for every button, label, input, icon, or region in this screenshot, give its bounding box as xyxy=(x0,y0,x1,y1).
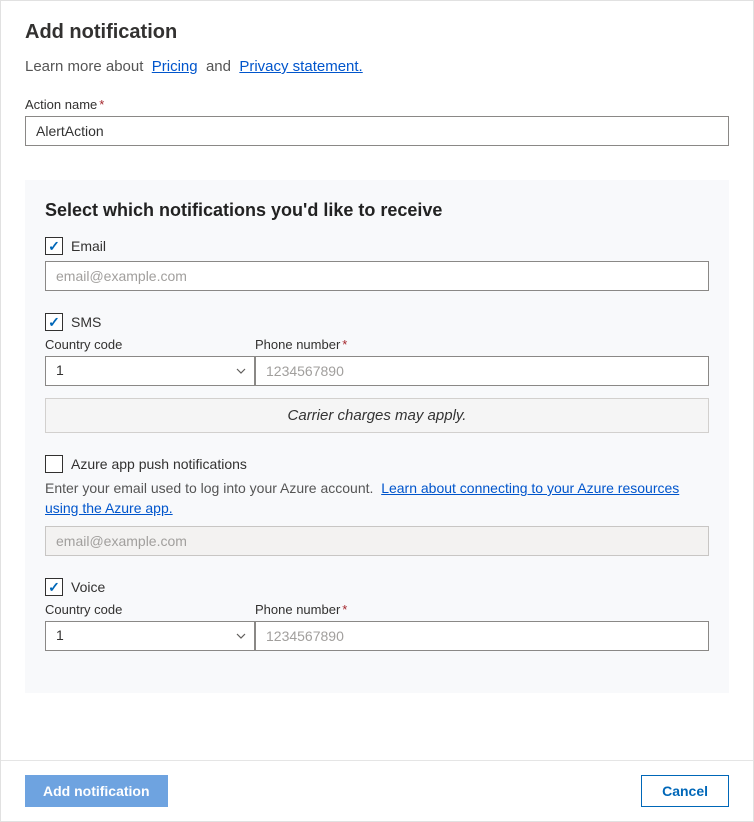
intro-prefix: Learn more about xyxy=(25,58,143,75)
azure-push-email-input xyxy=(45,526,709,556)
action-name-input[interactable] xyxy=(25,116,729,146)
email-input[interactable] xyxy=(45,261,709,291)
action-name-label: Action name* xyxy=(25,97,729,112)
sms-country-label: Country code xyxy=(45,337,255,352)
action-name-label-text: Action name xyxy=(25,97,97,112)
voice-phone-label: Phone number* xyxy=(255,602,709,617)
azure-push-help-prefix: Enter your email used to log into your A… xyxy=(45,480,373,496)
voice-checkbox-label[interactable]: Voice xyxy=(71,579,105,595)
voice-country-select[interactable]: 1 xyxy=(45,621,255,651)
pricing-link[interactable]: Pricing xyxy=(152,58,198,75)
sms-phone-input[interactable] xyxy=(255,356,709,386)
cancel-button[interactable]: Cancel xyxy=(641,775,729,807)
sms-checkbox[interactable] xyxy=(45,313,63,331)
email-section: Email xyxy=(45,237,709,291)
voice-phone-label-text: Phone number xyxy=(255,602,340,617)
required-indicator: * xyxy=(342,602,347,617)
voice-country-label: Country code xyxy=(45,602,255,617)
voice-phone-input[interactable] xyxy=(255,621,709,651)
carrier-notice: Carrier charges may apply. xyxy=(45,398,709,433)
voice-section: Voice Country code 1 Phone number* xyxy=(45,578,709,651)
intro-text: Learn more about Pricing and Privacy sta… xyxy=(25,58,729,75)
azure-push-checkbox[interactable] xyxy=(45,455,63,473)
required-indicator: * xyxy=(99,97,104,112)
panel-heading: Select which notifications you'd like to… xyxy=(45,200,709,221)
email-checkbox[interactable] xyxy=(45,237,63,255)
voice-checkbox[interactable] xyxy=(45,578,63,596)
azure-push-help: Enter your email used to log into your A… xyxy=(45,479,709,518)
azure-push-checkbox-label[interactable]: Azure app push notifications xyxy=(71,456,247,472)
notifications-panel: Select which notifications you'd like to… xyxy=(25,180,729,693)
sms-phone-label: Phone number* xyxy=(255,337,709,352)
add-notification-button[interactable]: Add notification xyxy=(25,775,168,807)
required-indicator: * xyxy=(342,337,347,352)
sms-checkbox-label[interactable]: SMS xyxy=(71,314,101,330)
intro-and: and xyxy=(206,58,231,75)
sms-country-select[interactable]: 1 xyxy=(45,356,255,386)
azure-push-section: Azure app push notifications Enter your … xyxy=(45,455,709,556)
sms-phone-label-text: Phone number xyxy=(255,337,340,352)
footer: Add notification Cancel xyxy=(1,760,753,821)
sms-section: SMS Country code 1 Phone number* Ca xyxy=(45,313,709,433)
page-title: Add notification xyxy=(25,21,729,44)
email-checkbox-label[interactable]: Email xyxy=(71,238,106,254)
privacy-link[interactable]: Privacy statement. xyxy=(239,58,362,75)
